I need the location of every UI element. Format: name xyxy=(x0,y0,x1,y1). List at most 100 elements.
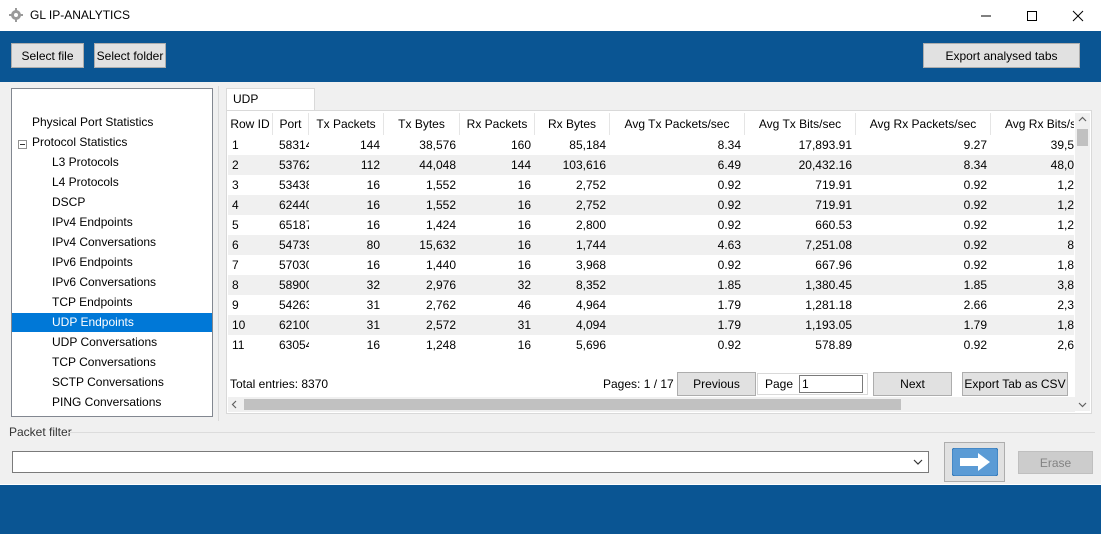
column-header-rx-packets[interactable]: Rx Packets xyxy=(460,113,535,135)
table-cell: 17,893.91 xyxy=(798,138,852,152)
maximize-button[interactable] xyxy=(1009,0,1055,31)
panel-splitter[interactable] xyxy=(218,86,219,421)
vertical-scroll-thumb[interactable] xyxy=(1077,129,1088,146)
table-cell: 15,632 xyxy=(419,238,456,252)
total-entries-label: Total entries: 8370 xyxy=(230,377,329,391)
table-cell: 48,0 xyxy=(1050,158,1074,172)
tree-item-ipv4-endpoints[interactable]: IPv4 Endpoints xyxy=(52,213,133,232)
table-cell: 719.91 xyxy=(815,178,852,192)
page-label: Page xyxy=(765,377,794,391)
column-header-avg-rx-packets-sec[interactable]: Avg Rx Packets/sec xyxy=(856,113,991,135)
export-analysed-tabs-button[interactable]: Export analysed tabs xyxy=(923,43,1080,68)
table-cell: 1,424 xyxy=(425,218,456,232)
column-header-avg-rx-bits-sec[interactable]: Avg Rx Bits/s xyxy=(991,113,1074,135)
tree-item-protocol-statistics[interactable]: Protocol Statistics xyxy=(32,133,127,152)
table-row[interactable]: 11 63054 16 1,248 16 5,696 0.92 578.89 0.92 2,6 xyxy=(228,335,1074,355)
tree-item-ping-conversations[interactable]: PING Conversations xyxy=(52,393,161,412)
tree-item-udp-endpoints[interactable]: UDP Endpoints xyxy=(12,313,212,332)
horizontal-scroll-thumb[interactable] xyxy=(244,399,901,410)
select-file-button[interactable]: Select file xyxy=(11,43,84,68)
column-header-tx-packets[interactable]: Tx Packets xyxy=(309,113,384,135)
table-cell: 16 xyxy=(366,198,380,212)
table-cell: 16 xyxy=(366,338,380,352)
tree-item-physical-port-statistics[interactable]: Physical Port Statistics xyxy=(32,113,153,132)
window-title: GL IP-ANALYTICS xyxy=(30,8,131,22)
previous-button[interactable]: Previous xyxy=(677,372,756,396)
table-cell: 0.92 xyxy=(717,258,741,272)
table-cell: 0.92 xyxy=(717,198,741,212)
table-cell: 1,8 xyxy=(1057,258,1074,272)
table-row[interactable]: 10 62100 31 2,572 31 4,094 1.79 1,193.05 1.79 1,8 xyxy=(228,315,1074,335)
table-cell: 719.91 xyxy=(815,198,852,212)
table-row[interactable]: 2 53762 112 44,048 144 103,616 6.49 20,432.16 8.… xyxy=(228,155,1074,175)
tree-item-sctp-conversations[interactable]: SCTP Conversations xyxy=(52,373,164,392)
table-cell: 4,094 xyxy=(575,318,606,332)
table-cell: 62440 xyxy=(279,198,309,212)
column-header-rx-bytes[interactable]: Rx Bytes xyxy=(535,113,610,135)
tree-item-udp-conversations[interactable]: UDP Conversations xyxy=(52,333,157,352)
column-header-row-id[interactable]: Row ID xyxy=(228,113,273,135)
scroll-up-icon[interactable] xyxy=(1075,113,1090,126)
table-cell: 2,800 xyxy=(575,218,606,232)
table-cell: 6.49 xyxy=(717,158,741,172)
tab-udp-endpoints[interactable]: UDP Endpoints xyxy=(226,88,315,127)
table-cell: 1,552 xyxy=(425,178,456,192)
navigation-tree: Physical Port Statistics Protocol Statis… xyxy=(11,88,213,417)
tree-item-ipv6-conversations[interactable]: IPv6 Conversations xyxy=(52,273,156,292)
table-row[interactable]: 7 57030 16 1,440 16 3,968 0.92 667.96 0.92 1,8 xyxy=(228,255,1074,275)
table-cell: 144 xyxy=(510,158,531,172)
tree-item-ipv4-conversations[interactable]: IPv4 Conversations xyxy=(52,233,156,252)
pages-label: Pages: 1 / 17 xyxy=(603,377,674,391)
column-header-tx-bytes[interactable]: Tx Bytes xyxy=(384,113,460,135)
select-folder-button[interactable]: Select folder xyxy=(94,43,166,68)
erase-button[interactable]: Erase xyxy=(1018,451,1093,474)
table-cell: 1,248 xyxy=(425,338,456,352)
tree-item-tcp-conversations[interactable]: TCP Conversations xyxy=(52,353,156,372)
table-cell: 39,5 xyxy=(1050,138,1074,152)
table-cell: 1.79 xyxy=(963,318,987,332)
export-tab-csv-button[interactable]: Export Tab as CSV xyxy=(962,372,1068,396)
tree-item-tcp-endpoints[interactable]: TCP Endpoints xyxy=(52,293,133,312)
table-cell: 2,572 xyxy=(425,318,456,332)
vertical-scrollbar[interactable] xyxy=(1075,113,1090,411)
close-icon xyxy=(1072,10,1084,21)
column-header-port[interactable]: Port xyxy=(273,113,309,135)
table-cell: 16 xyxy=(517,338,531,352)
next-button[interactable]: Next xyxy=(873,372,952,396)
collapse-toggle[interactable] xyxy=(18,140,27,149)
page-number-input[interactable] xyxy=(799,375,863,393)
scroll-left-icon[interactable] xyxy=(228,397,241,412)
table-cell: 10 xyxy=(232,318,246,332)
apply-filter-button[interactable] xyxy=(944,442,1005,482)
tree-item-l3-protocols[interactable]: L3 Protocols xyxy=(52,153,119,172)
tree-item-l4-protocols[interactable]: L4 Protocols xyxy=(52,173,119,192)
table-cell: 0.92 xyxy=(963,198,987,212)
tree-item-ipv6-endpoints[interactable]: IPv6 Endpoints xyxy=(52,253,133,272)
table-cell: 3 xyxy=(232,178,239,192)
table-row[interactable]: 5 65187 16 1,424 16 2,800 0.92 660.53 0.92 1,2 xyxy=(228,215,1074,235)
table-row[interactable]: 4 62440 16 1,552 16 2,752 0.92 719.91 0.92 1,2 xyxy=(228,195,1074,215)
table-cell: 1,2 xyxy=(1057,178,1074,192)
table-row[interactable]: 6 54739 80 15,632 16 1,744 4.63 7,251.08 0.92 8 xyxy=(228,235,1074,255)
minimize-button[interactable] xyxy=(963,0,1009,31)
table-row[interactable]: 9 54263 31 2,762 46 4,964 1.79 1,281.18 2.66 2,3 xyxy=(228,295,1074,315)
table-cell: 1,2 xyxy=(1057,198,1074,212)
table-cell: 0.92 xyxy=(717,218,741,232)
horizontal-scrollbar[interactable] xyxy=(228,397,1075,412)
table-row[interactable]: 8 58900 32 2,976 32 8,352 1.85 1,380.45 1.85 3,8 xyxy=(228,275,1074,295)
column-header-avg-tx-bits-sec[interactable]: Avg Tx Bits/sec xyxy=(745,113,856,135)
tree-item-dscp[interactable]: DSCP xyxy=(52,193,85,212)
close-button[interactable] xyxy=(1055,0,1101,31)
table-cell: 2.66 xyxy=(963,298,987,312)
packet-filter-combobox[interactable] xyxy=(12,451,929,473)
table-cell: 65187 xyxy=(279,218,309,232)
column-header-avg-tx-packets-sec[interactable]: Avg Tx Packets/sec xyxy=(610,113,745,135)
scroll-down-icon[interactable] xyxy=(1075,398,1090,411)
table-row[interactable]: 3 53438 16 1,552 16 2,752 0.92 719.91 0.92 1,2 xyxy=(228,175,1074,195)
chevron-down-icon[interactable] xyxy=(912,456,924,468)
arrow-right-icon xyxy=(952,448,998,476)
table-row[interactable]: 1 58314 144 38,576 160 85,184 8.34 17,893.91 9.2… xyxy=(228,135,1074,155)
table-cell: 5,696 xyxy=(575,338,606,352)
table-cell: 16 xyxy=(517,198,531,212)
minus-icon xyxy=(20,144,25,145)
